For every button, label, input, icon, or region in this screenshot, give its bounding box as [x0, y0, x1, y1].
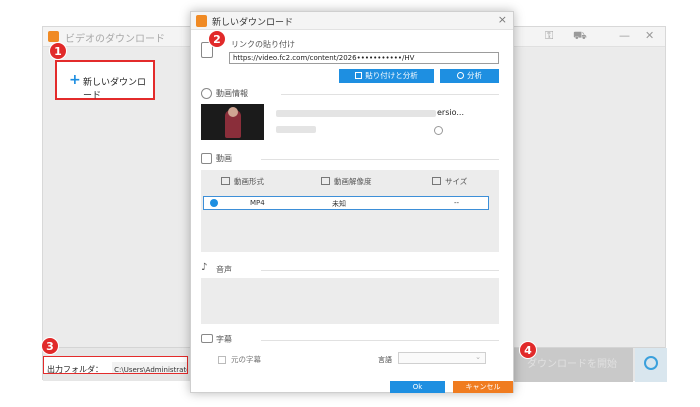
url-input[interactable]: https://video.fc2.com/content/2026••••••… [229, 52, 499, 64]
video-section-label: 動画 [216, 154, 232, 163]
paste-icon [355, 72, 363, 79]
video-format-table: 動画形式 動画解像度 サイズ MP4 未知 -- [201, 170, 499, 252]
divider [261, 159, 499, 160]
screen: ビデオのダウンロード ⚿ ⛟ — ✕ + 新しいダウンロード 出力フォルダ： C… [0, 0, 700, 407]
size-icon [432, 177, 441, 185]
minimize-icon[interactable]: — [619, 29, 630, 42]
dialog-title-bar: 新しいダウンロード × [191, 12, 513, 30]
step-badge-2: 2 [208, 30, 226, 48]
paste-link-label: リンクの貼り付け [231, 40, 295, 49]
close-icon[interactable]: × [498, 13, 507, 26]
divider [261, 270, 499, 271]
language-label: 言語 [378, 356, 392, 364]
resolution-header: 動画解像度 [321, 176, 372, 187]
paste-and-analyze-button[interactable]: 貼り付けと分析 [339, 69, 434, 83]
size-header: サイズ [432, 176, 467, 187]
audio-section-label: 音声 [216, 265, 232, 274]
output-folder-path[interactable]: C:\Users\Administrator\Vide [112, 362, 187, 373]
paste-and-analyze-label: 貼り付けと分析 [365, 71, 418, 80]
info-icon [201, 88, 212, 99]
music-icon: ♪ [201, 262, 208, 273]
analyze-label: 分析 [467, 71, 482, 80]
cancel-button[interactable]: キャンセル [453, 381, 513, 393]
main-window-title: ビデオのダウンロード [65, 34, 165, 45]
search-icon [457, 72, 464, 79]
language-select[interactable]: ⌄ [398, 352, 486, 364]
thumbnail-face [228, 107, 238, 117]
analyze-button[interactable]: 分析 [440, 69, 499, 83]
original-subtitle-checkbox[interactable] [218, 356, 226, 364]
divider [261, 340, 499, 341]
resolution-icon [321, 177, 330, 185]
chevron-down-icon: ⌄ [475, 353, 481, 361]
key-icon[interactable]: ⚿ [545, 29, 553, 43]
subtitle-section-label: 字幕 [216, 335, 232, 344]
step-badge-3: 3 [41, 337, 59, 355]
dialog-title: 新しいダウンロード [212, 18, 294, 28]
output-folder-field[interactable]: 出力フォルダ： C:\Users\Administrator\Vide [43, 356, 188, 374]
new-download-dialog: 新しいダウンロード × リンクの貼り付け https://video.fc2.c… [190, 11, 514, 393]
resolution-cell: 未知 [332, 200, 346, 208]
step-badge-4: 4 [519, 341, 537, 359]
alarm-button[interactable] [635, 348, 667, 382]
plus-icon: + [69, 72, 81, 88]
step-badge-1: 1 [49, 42, 67, 60]
video-title-blurred [276, 110, 436, 117]
new-download-button[interactable]: + 新しいダウンロード [55, 60, 155, 101]
output-folder-label: 出力フォルダ： [47, 365, 103, 374]
alarm-icon [644, 356, 658, 370]
divider [281, 94, 499, 95]
format-icon [221, 177, 230, 185]
format-header: 動画形式 [221, 176, 264, 187]
original-subtitle-label: 元の字幕 [231, 355, 261, 364]
new-download-label: 新しいダウンロード [83, 78, 147, 101]
table-row[interactable]: MP4 未知 -- [203, 196, 489, 210]
check-icon [210, 199, 218, 207]
app-icon [196, 15, 207, 27]
audio-list [201, 278, 499, 324]
subtitle-icon [201, 334, 213, 343]
video-info-text: ersio... [437, 108, 464, 117]
close-window-icon[interactable]: ✕ [645, 29, 654, 42]
video-meta-blurred [276, 126, 316, 133]
size-cell: -- [454, 199, 460, 207]
video-icon [201, 153, 212, 164]
app-icon [48, 31, 59, 42]
video-thumbnail [201, 104, 264, 140]
info-icon [434, 126, 443, 135]
ok-button[interactable]: Ok [390, 381, 445, 393]
cart-icon[interactable]: ⛟ [573, 29, 587, 44]
video-info-label: 動画情報 [216, 89, 248, 98]
format-cell: MP4 [250, 199, 265, 207]
